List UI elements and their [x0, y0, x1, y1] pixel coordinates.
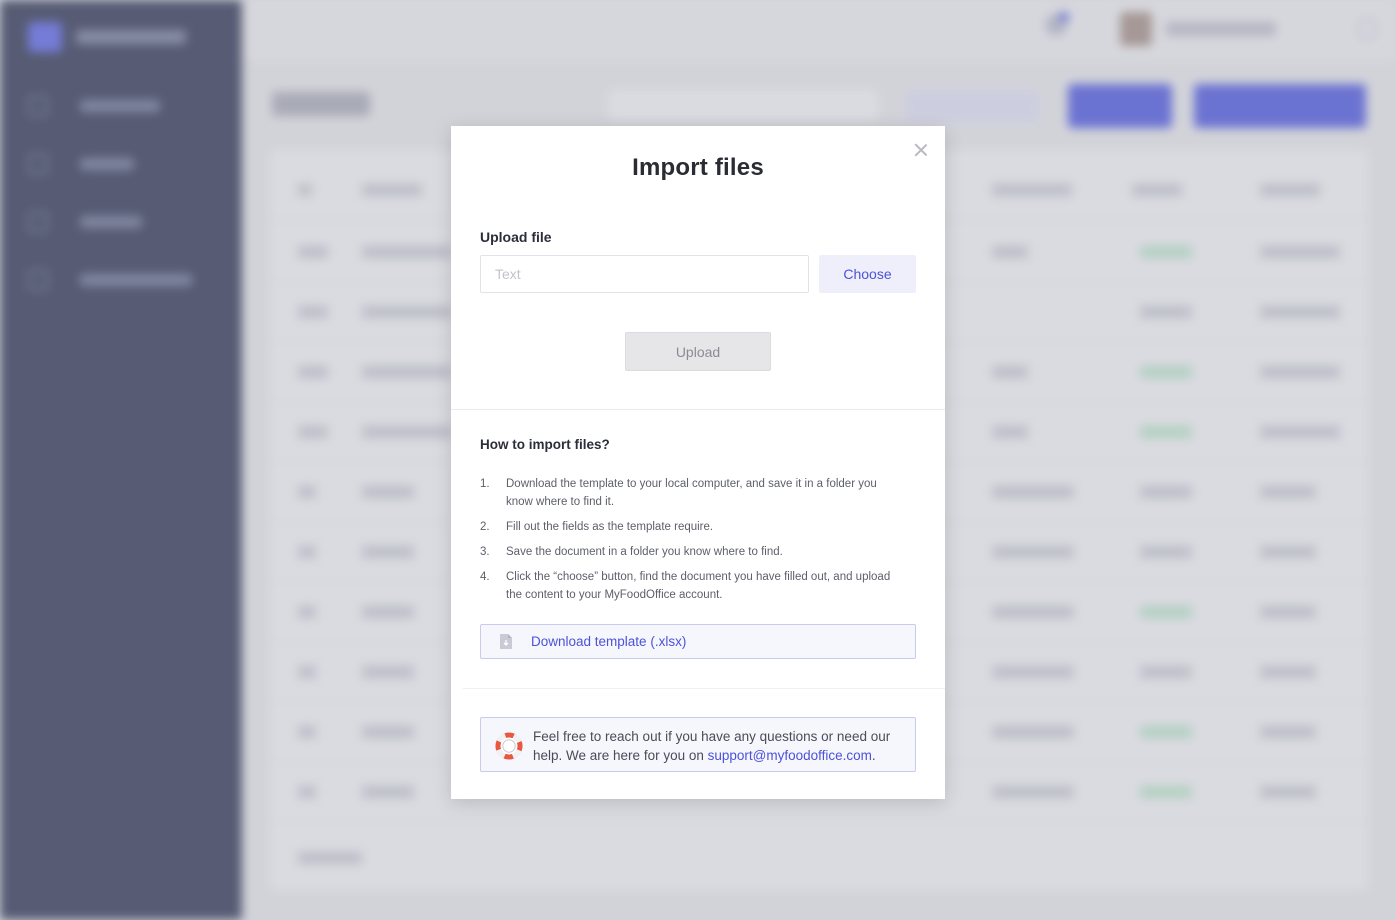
- upload-file-label: Upload file: [480, 229, 552, 245]
- choose-button[interactable]: Choose: [819, 255, 916, 293]
- modal-title: Import files: [632, 154, 764, 181]
- lifebuoy-icon: [494, 731, 524, 761]
- help-box: Feel free to reach out if you have any q…: [480, 717, 916, 772]
- step-number: 3.: [480, 546, 490, 558]
- list-item: 1. Download the template to your local c…: [480, 475, 905, 511]
- download-template-link[interactable]: Download template (.xlsx): [480, 624, 916, 659]
- step-number: 1.: [480, 478, 490, 490]
- import-steps-list: 1. Download the template to your local c…: [480, 475, 905, 611]
- upload-button[interactable]: Upload: [625, 332, 771, 371]
- step-text: Click the “choose” button, find the docu…: [506, 571, 891, 601]
- help-message: Feel free to reach out if you have any q…: [533, 727, 905, 765]
- divider: [451, 409, 945, 410]
- howto-title: How to import files?: [480, 437, 610, 452]
- list-item: 3. Save the document in a folder you kno…: [480, 543, 905, 561]
- list-item: 2. Fill out the fields as the template r…: [480, 518, 905, 536]
- step-number: 4.: [480, 571, 490, 583]
- support-email-link[interactable]: support@myfoodoffice.com: [708, 748, 872, 763]
- file-path-input[interactable]: [480, 255, 809, 293]
- step-number: 2.: [480, 521, 490, 533]
- step-text: Save the document in a folder you know w…: [506, 546, 783, 558]
- step-text: Download the template to your local comp…: [506, 478, 877, 508]
- divider: [463, 688, 945, 689]
- document-icon: [499, 633, 513, 650]
- help-suffix: .: [871, 748, 876, 763]
- list-item: 4. Click the “choose” button, find the d…: [480, 568, 905, 604]
- download-template-label: Download template (.xlsx): [531, 634, 687, 649]
- import-files-modal: Import files Upload file Choose Upload H…: [451, 126, 945, 799]
- step-text: Fill out the fields as the template requ…: [506, 521, 714, 533]
